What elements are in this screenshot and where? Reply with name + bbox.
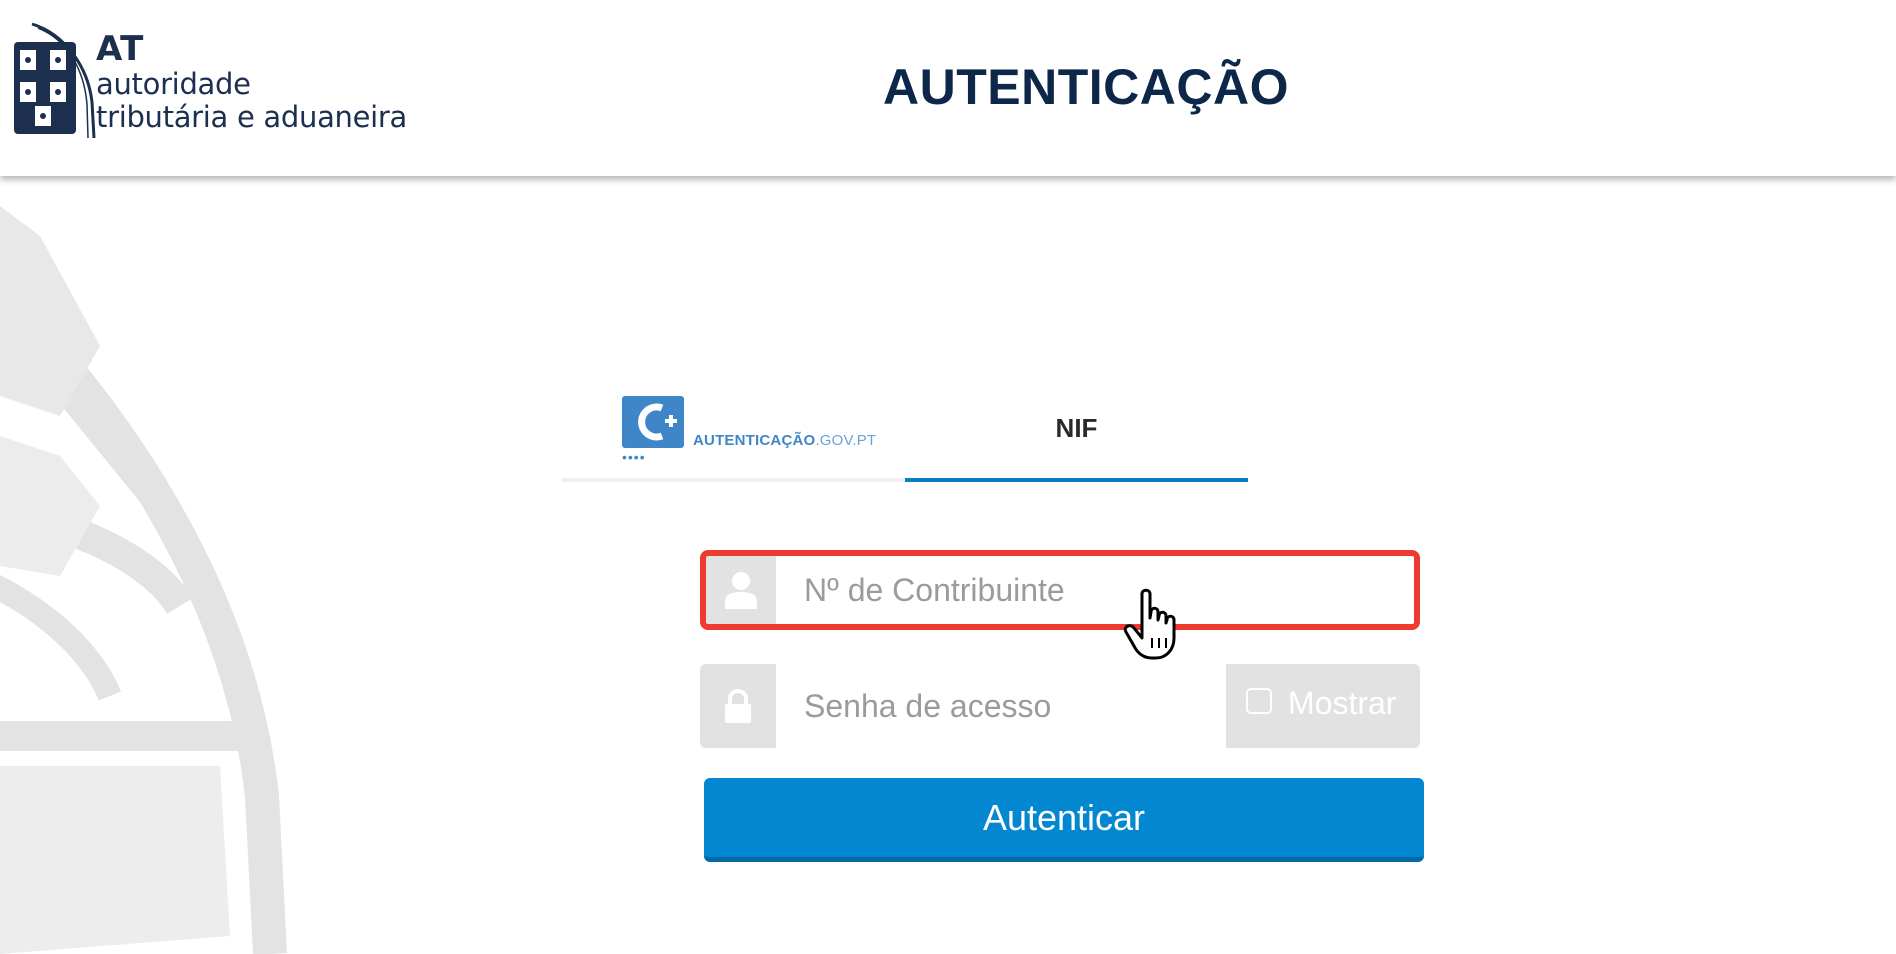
hand-pointer-icon <box>1123 588 1176 660</box>
show-password-label: Mostrar <box>1288 685 1397 721</box>
govpt-label-suffix: .GOV.PT <box>815 432 877 449</box>
tab-autenticacao-gov-label: AUTENTICAÇÃO.GOV.PT <box>693 432 876 449</box>
nif-field-group <box>700 550 1420 630</box>
emblem-watermark <box>0 206 287 954</box>
authenticate-button[interactable]: Autenticar <box>704 778 1424 862</box>
show-password-checkbox[interactable] <box>1246 688 1272 714</box>
autenticacao-gov-icon <box>622 396 684 448</box>
user-icon <box>706 556 776 624</box>
auth-method-tabs: •••• AUTENTICAÇÃO.GOV.PT NIF <box>562 388 1248 482</box>
login-page: AT autoridade tributária e aduaneira AUT… <box>0 0 1896 954</box>
govpt-label-main: AUTENTICAÇÃO <box>693 432 816 449</box>
govpt-dots-decoration: •••• <box>622 449 646 465</box>
tab-autenticacao-gov[interactable]: •••• AUTENTICAÇÃO.GOV.PT <box>562 388 905 482</box>
site-header: AT autoridade tributária e aduaneira AUT… <box>0 0 1896 176</box>
tab-nif-label: NIF <box>1055 413 1098 443</box>
show-password-toggle[interactable]: Mostrar <box>1226 664 1420 748</box>
password-field-group: Mostrar <box>700 664 1420 748</box>
password-input[interactable] <box>776 664 1226 748</box>
tab-nif[interactable]: NIF <box>905 388 1248 482</box>
page-title: AUTENTICAÇÃO <box>883 59 1289 115</box>
nif-input[interactable] <box>776 556 1414 624</box>
lock-icon <box>700 664 776 748</box>
